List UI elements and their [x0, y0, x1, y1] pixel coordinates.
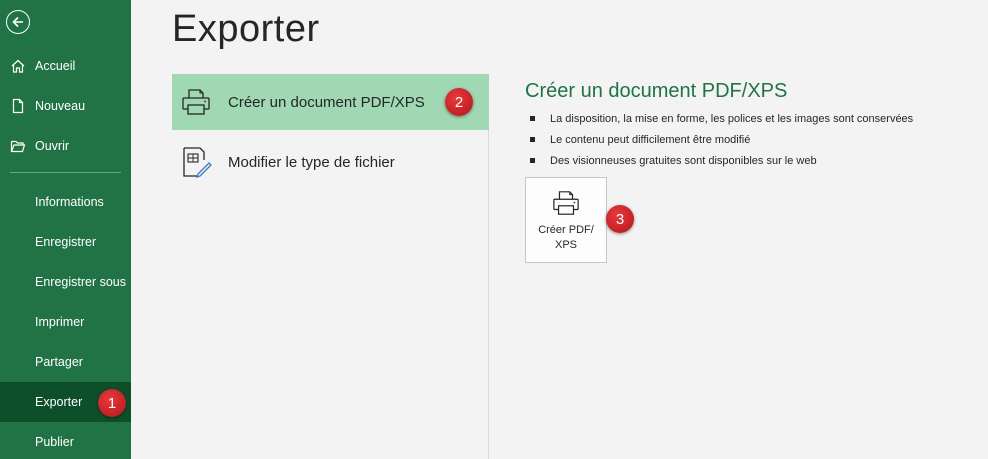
sidebar-item-imprimer[interactable]: Imprimer	[0, 302, 131, 342]
sidebar-item-ouvrir[interactable]: Ouvrir	[0, 126, 131, 166]
sidebar-item-label: Accueil	[35, 59, 76, 73]
sidebar-item-publier[interactable]: Publier	[0, 422, 131, 459]
sidebar-item-label: Ouvrir	[35, 139, 70, 153]
option-label: Modifier le type de fichier	[228, 153, 395, 171]
bullet-square-icon	[530, 116, 535, 121]
option-change-file-type[interactable]: Modifier le type de fichier	[172, 134, 489, 190]
create-pdf-xps-button[interactable]: Créer PDF/ XPS	[525, 177, 607, 263]
export-options-list: Créer un document PDF/XPS Modifier le ty…	[172, 74, 489, 459]
list-item: Des visionneuses gratuites sont disponib…	[530, 150, 913, 171]
sidebar-divider	[10, 172, 121, 173]
option-label: Créer un document PDF/XPS	[228, 93, 425, 111]
change-file-type-icon	[179, 145, 213, 179]
bullet-square-icon	[530, 158, 535, 163]
list-item: La disposition, la mise en forme, les po…	[530, 108, 913, 129]
sidebar-item-enregistrer-sous[interactable]: Enregistrer sous	[0, 262, 131, 302]
sidebar-item-label: Informations	[35, 195, 104, 209]
printer-icon	[179, 85, 213, 119]
sidebar-item-label: Enregistrer sous	[35, 275, 127, 289]
step-badge-3: 3	[606, 205, 634, 233]
detail-bullet-list: La disposition, la mise en forme, les po…	[530, 108, 913, 171]
home-icon	[10, 58, 26, 74]
printer-icon	[551, 187, 581, 219]
step-badge-1: 1	[98, 389, 126, 417]
bullet-text: Des visionneuses gratuites sont disponib…	[550, 154, 817, 167]
sidebar-item-label: Publier	[35, 435, 74, 449]
new-document-icon	[10, 98, 26, 114]
sidebar-item-nouveau[interactable]: Nouveau	[0, 86, 131, 126]
list-item: Le contenu peut difficilement être modif…	[530, 129, 913, 150]
option-create-pdf-xps[interactable]: Créer un document PDF/XPS	[172, 74, 489, 130]
sidebar-item-label: Exporter	[35, 395, 83, 409]
back-button[interactable]	[6, 10, 30, 34]
sidebar-item-label: Nouveau	[35, 99, 86, 113]
sidebar-item-accueil[interactable]: Accueil	[0, 46, 131, 86]
detail-title: Créer un document PDF/XPS	[525, 80, 788, 102]
sidebar-item-partager[interactable]: Partager	[0, 342, 131, 382]
bullet-text: La disposition, la mise en forme, les po…	[550, 112, 914, 125]
back-arrow-icon	[12, 16, 23, 28]
step-badge-2: 2	[445, 88, 473, 116]
sidebar-item-informations[interactable]: Informations	[0, 182, 131, 222]
sidebar-item-enregistrer[interactable]: Enregistrer	[0, 222, 131, 262]
sidebar-item-label: Enregistrer	[35, 235, 97, 249]
sidebar-item-label: Partager	[35, 355, 83, 369]
bullet-square-icon	[530, 137, 535, 142]
page-title: Exporter	[172, 8, 320, 50]
bullet-text: Le contenu peut difficilement être modif…	[550, 133, 751, 146]
open-folder-icon	[10, 138, 26, 154]
sidebar-item-label: Imprimer	[35, 315, 85, 329]
create-button-label: Créer PDF/ XPS	[538, 224, 594, 251]
